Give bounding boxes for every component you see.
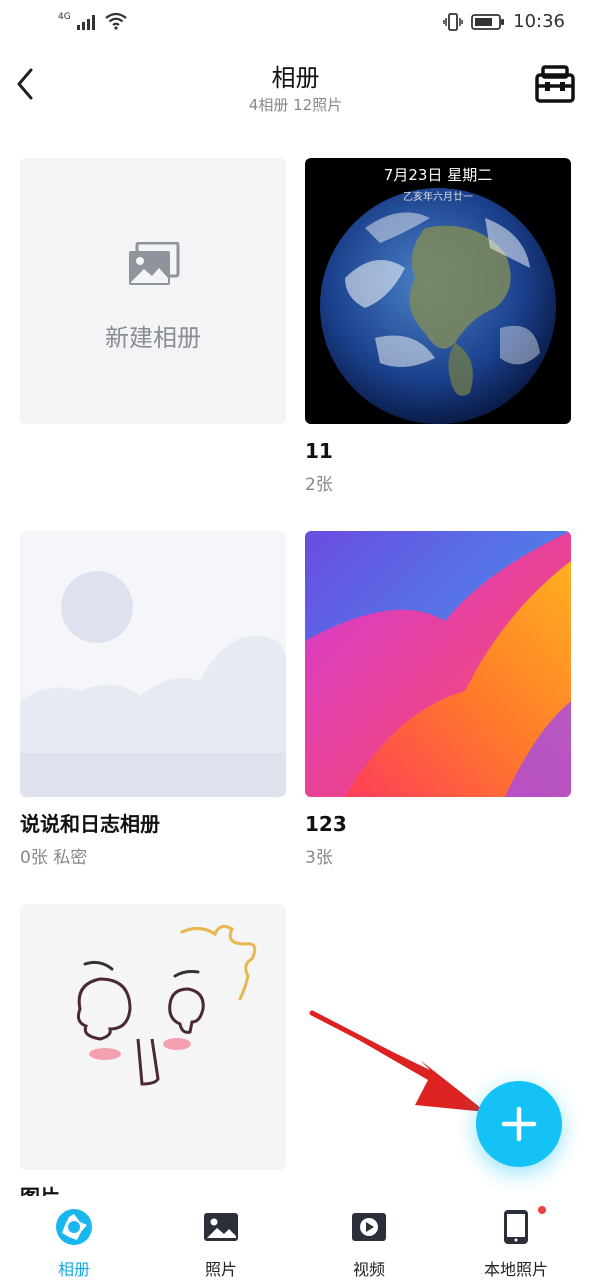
album-meta: 3张 [305, 848, 333, 868]
page-title: 相册 [271, 64, 320, 92]
new-album-cover[interactable]: 新建相册 [20, 158, 286, 424]
tab-label: 照片 [204, 1260, 237, 1279]
add-album-button[interactable] [476, 1081, 562, 1167]
new-album-label: 新建相册 [105, 324, 201, 352]
photo-icon [204, 1213, 238, 1241]
status-left: 4G [58, 12, 127, 30]
tab-label: 相册 [57, 1260, 90, 1279]
add-album-icon [129, 242, 180, 285]
album-card[interactable]: 7月23日 星期二 乙亥年六月廿一 11 2张 [305, 158, 571, 495]
album-card[interactable]: 图片 [20, 904, 286, 1210]
status-time: 10:36 [513, 11, 565, 32]
video-play-icon [352, 1213, 386, 1241]
vibrate-icon [443, 12, 463, 31]
page-subtitle: 4相册 12照片 [248, 96, 343, 114]
album-cover[interactable]: 7月23日 星期二 乙亥年六月廿一 [305, 158, 571, 424]
tab-label: 视频 [352, 1260, 385, 1279]
tab-album[interactable]: 相册 [14, 1196, 134, 1280]
new-album-card[interactable]: 新建相册 [20, 158, 286, 424]
battery-icon [471, 13, 505, 30]
plus-icon [501, 1106, 537, 1142]
doodle-face-image [77, 924, 257, 1086]
header: 相册 4相册 12照片 [0, 50, 591, 120]
album-name: 123 [305, 812, 347, 836]
album-meta: 0张 私密 [20, 848, 88, 868]
network-type: 4G [58, 12, 71, 22]
album-name: 说说和日志相册 [20, 812, 160, 836]
bottom-tab-bar: 相册 照片 视频 本地照片 [0, 1196, 591, 1280]
placeholder-landscape-image [20, 571, 286, 797]
tab-local-photos[interactable]: 本地照片 [456, 1196, 576, 1280]
signal-icon [76, 15, 95, 30]
album-cover[interactable] [305, 531, 571, 797]
tab-videos[interactable]: 视频 [309, 1196, 429, 1280]
album-meta: 2张 [305, 475, 333, 495]
notification-badge [538, 1206, 546, 1214]
album-card[interactable]: 123 3张 [305, 531, 571, 868]
tab-label: 本地照片 [483, 1260, 548, 1279]
lockscreen-date: 7月23日 星期二 [383, 166, 493, 184]
album-card[interactable]: 说说和日志相册 0张 私密 [20, 531, 286, 868]
album-shutter-icon [56, 1209, 92, 1245]
lockscreen-lunar: 乙亥年六月廿一 [403, 192, 473, 203]
wifi-icon [105, 12, 127, 30]
phone-icon [504, 1210, 528, 1244]
album-name: 11 [305, 439, 333, 463]
toolbox-icon[interactable] [534, 64, 576, 104]
gradient-wallpaper-image [305, 531, 571, 797]
album-cover[interactable] [20, 904, 286, 1170]
album-cover[interactable] [20, 531, 286, 797]
tab-photos[interactable]: 照片 [161, 1196, 281, 1280]
status-right: 10:36 [443, 11, 565, 32]
status-bar: 4G 10:36 [0, 0, 591, 46]
